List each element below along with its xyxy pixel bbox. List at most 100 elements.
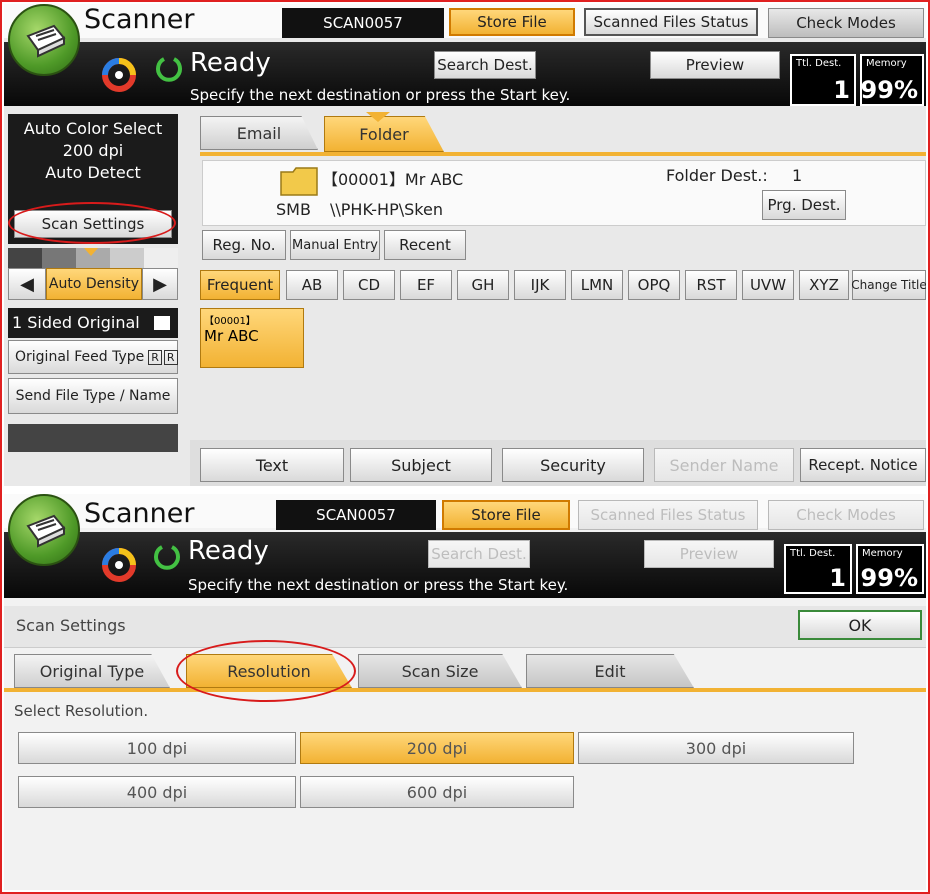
density-marker-icon	[84, 248, 98, 256]
preview-button[interactable]: Preview	[650, 51, 780, 79]
index-tab-ab[interactable]: AB	[286, 270, 338, 300]
index-tab-xyz[interactable]: XYZ	[799, 270, 849, 300]
change-title-button[interactable]: Change Title	[851, 270, 926, 300]
feed-orientation-icon: R	[163, 349, 178, 365]
index-tab-ef[interactable]: EF	[400, 270, 452, 300]
ttl-dest-label: Ttl. Dest.	[796, 58, 842, 69]
preview-button[interactable]: Preview	[644, 540, 774, 568]
scan-settings-summary: Auto Color Select 200 dpi Auto Detect	[8, 114, 178, 200]
destination-key-name: Mr ABC	[204, 327, 259, 345]
ttl-dest-value: 1	[833, 76, 850, 104]
instruction-text: Specify the next destination or press th…	[190, 86, 571, 104]
recept-notice-button[interactable]: Recept. Notice	[800, 448, 926, 482]
sided-original-display[interactable]: 1 Sided Original	[8, 308, 178, 338]
ttl-dest-value: 1	[829, 564, 846, 592]
active-tab-marker-icon	[366, 112, 390, 122]
original-feed-type-button[interactable]: Original Feed Type R R	[8, 340, 178, 374]
folder-dest-label: Folder Dest.:	[666, 166, 768, 185]
manual-entry-button[interactable]: Manual Entry	[290, 230, 380, 260]
tab-edit[interactable]: Edit	[526, 654, 694, 688]
sender-name-button[interactable]: Sender Name	[654, 448, 794, 482]
security-button[interactable]: Security	[502, 448, 644, 482]
density-darker-button[interactable]: ▶	[142, 268, 178, 300]
instruction-text: Specify the next destination or press th…	[188, 576, 569, 594]
ready-status-icon	[154, 545, 180, 570]
scanned-files-status-button[interactable]: Scanned Files Status	[584, 8, 758, 36]
detect-text: Auto Detect	[45, 163, 141, 182]
tab-email[interactable]: Email	[200, 116, 318, 150]
search-dest-label: Search Dest.	[437, 56, 533, 74]
prg-dest-label: Prg. Dest.	[767, 196, 841, 214]
original-feed-type-label: Original Feed Type	[15, 349, 145, 365]
scanner-logo-icon	[8, 494, 80, 566]
memory-counter: Memory 99%	[860, 54, 924, 106]
density-lighter-button[interactable]: ◀	[8, 268, 46, 300]
destination-key-mr-abc[interactable]: 【00001】 Mr ABC	[200, 308, 304, 368]
index-tab-opq[interactable]: OPQ	[628, 270, 680, 300]
check-modes-button[interactable]: Check Modes	[768, 500, 924, 530]
scanned-files-status-button[interactable]: Scanned Files Status	[578, 500, 758, 530]
destination-protocol: SMB	[276, 200, 311, 219]
scan-settings-screen: Scanner SCAN0057 Store File Scanned File…	[4, 494, 926, 890]
index-tab-gh[interactable]: GH	[457, 270, 509, 300]
resolution-400-dpi-button[interactable]: 400 dpi	[18, 776, 296, 808]
app-title: Scanner	[84, 4, 195, 35]
destination-number: 【00001】Mr ABC	[322, 170, 464, 189]
resolution-100-dpi-button[interactable]: 100 dpi	[18, 732, 296, 764]
resolution-600-dpi-button[interactable]: 600 dpi	[300, 776, 574, 808]
scan-id-label: SCAN0057	[276, 500, 436, 530]
screenshot-frame: Scanner SCAN0057 Store File Scanned File…	[0, 0, 930, 894]
resolution-300-dpi-button[interactable]: 300 dpi	[578, 732, 854, 764]
ttl-dest-label: Ttl. Dest.	[790, 548, 836, 559]
folder-dest-count: 1	[792, 166, 803, 185]
color-mode-icon	[102, 548, 136, 582]
color-mode-text: Auto Color Select	[23, 119, 163, 138]
resolution-text: 200 dpi	[62, 141, 124, 160]
search-dest-button[interactable]: Search Dest.	[434, 51, 536, 79]
index-tab-uvw[interactable]: UVW	[742, 270, 794, 300]
sided-original-text: 1 Sided Original	[12, 313, 140, 332]
tab-original-type[interactable]: Original Type	[14, 654, 170, 688]
resolution-200-dpi-button[interactable]: 200 dpi	[300, 732, 574, 764]
search-dest-button[interactable]: Search Dest.	[428, 540, 530, 568]
subject-button[interactable]: Subject	[350, 448, 492, 482]
panel-divider	[2, 486, 928, 494]
store-file-button[interactable]: Store File	[449, 8, 575, 36]
index-tab-frequent[interactable]: Frequent	[200, 270, 280, 300]
memory-value: 99%	[860, 564, 918, 592]
total-destinations-counter: Ttl. Dest. 1	[784, 544, 852, 594]
tab-underline	[4, 688, 926, 692]
recent-label: Recent	[399, 236, 451, 254]
index-tab-rst[interactable]: RST	[685, 270, 737, 300]
reg-no-label: Reg. No.	[212, 236, 276, 254]
memory-counter: Memory 99%	[856, 544, 924, 594]
index-tab-cd[interactable]: CD	[343, 270, 395, 300]
reg-no-button[interactable]: Reg. No.	[202, 230, 286, 260]
index-tab-ijk[interactable]: IJK	[514, 270, 566, 300]
store-file-button[interactable]: Store File	[442, 500, 570, 530]
app-title: Scanner	[84, 498, 195, 529]
ready-status-text: Ready	[188, 536, 269, 566]
ok-button[interactable]: OK	[798, 610, 922, 640]
prg-dest-button[interactable]: Prg. Dest.	[762, 190, 846, 220]
index-tab-lmn[interactable]: LMN	[571, 270, 623, 300]
tab-scan-size[interactable]: Scan Size	[358, 654, 522, 688]
ready-status-text: Ready	[190, 48, 271, 78]
check-modes-button[interactable]: Check Modes	[768, 8, 924, 38]
memory-label: Memory	[866, 58, 907, 69]
scan-settings-label: Scan Settings	[41, 215, 145, 233]
ready-status-icon	[156, 57, 182, 82]
send-file-type-button[interactable]: Send File Type / Name	[8, 378, 178, 414]
select-resolution-prompt: Select Resolution.	[14, 702, 149, 720]
scanner-destination-screen: Scanner SCAN0057 Store File Scanned File…	[4, 4, 926, 486]
text-button[interactable]: Text	[200, 448, 344, 482]
scan-settings-title: Scan Settings	[16, 616, 126, 635]
destination-key-number: 【00001】	[204, 316, 256, 327]
tab-resolution[interactable]: Resolution	[186, 654, 352, 688]
total-destinations-counter: Ttl. Dest. 1	[790, 54, 856, 106]
recent-button[interactable]: Recent	[384, 230, 466, 260]
auto-density-button[interactable]: Auto Density	[46, 268, 142, 300]
scan-settings-button[interactable]: Scan Settings	[14, 210, 172, 238]
send-file-type-label: Send File Type / Name	[15, 388, 171, 404]
left-panel-empty-slot	[8, 424, 178, 452]
